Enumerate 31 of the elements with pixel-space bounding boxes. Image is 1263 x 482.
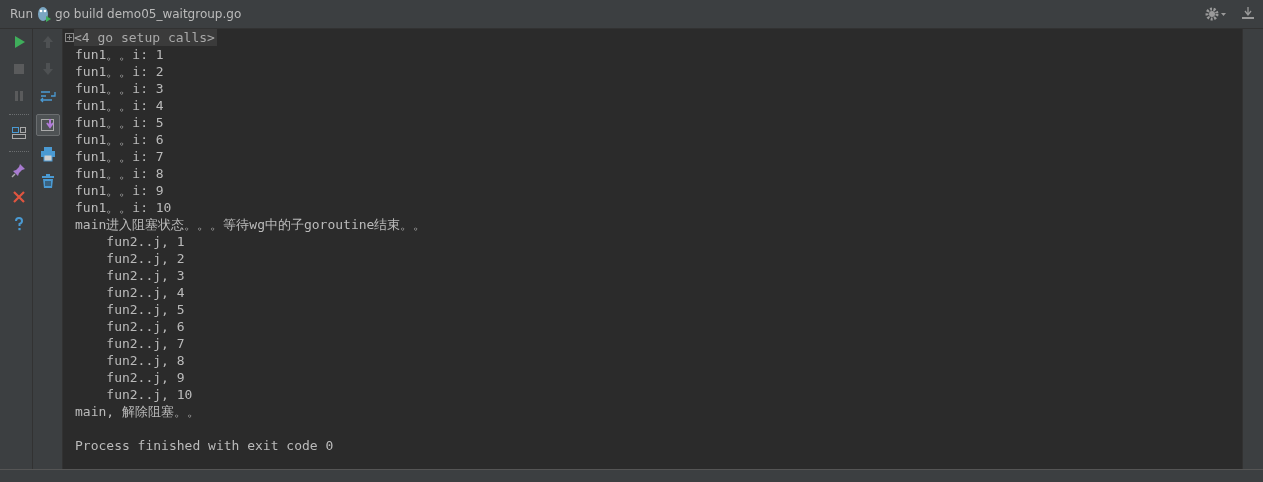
console-line: main进入阻塞状态。。。等待wg中的子goroutine结束。。 xyxy=(75,217,427,232)
scroll-to-end-icon[interactable] xyxy=(35,114,60,136)
console-line: fun2..j, 5 xyxy=(105,302,185,317)
run-configuration-tab[interactable]: go build demo05_waitgroup.go xyxy=(55,7,242,21)
console-line: fun2..j, 9 xyxy=(105,370,185,385)
folded-output[interactable]: <4 go setup calls> xyxy=(74,29,217,46)
console-line: Process finished with exit code 0 xyxy=(75,438,334,453)
console-line: main, 解除阻塞。。 xyxy=(75,404,200,419)
console-line: fun1。。i: 1 xyxy=(75,47,164,62)
console-line: fun1。。i: 7 xyxy=(75,149,164,164)
console-line: fun1。。i: 2 xyxy=(75,64,164,79)
console-line: fun2..j, 3 xyxy=(105,268,185,283)
hide-panel-icon[interactable] xyxy=(1241,7,1255,21)
console-line: fun1。。i: 9 xyxy=(75,183,164,198)
console-line: fun2..j, 7 xyxy=(105,336,185,351)
panel-title: Run xyxy=(10,7,33,21)
settings-icon[interactable] xyxy=(1205,7,1227,21)
console-line: fun2..j, 4 xyxy=(105,285,185,300)
console-line: fun2..j, 6 xyxy=(105,319,185,334)
console-line: fun1。。i: 6 xyxy=(75,132,164,147)
console-line: fun2..j, 10 xyxy=(105,387,193,402)
console-line: fun1。。i: 5 xyxy=(75,115,164,130)
console-line: fun2..j, 2 xyxy=(105,251,185,266)
expand-icon[interactable] xyxy=(65,33,74,42)
console-line: fun1。。i: 10 xyxy=(75,200,172,215)
console-line: fun1。。i: 8 xyxy=(75,166,164,181)
console-line: fun1。。i: 3 xyxy=(75,81,164,96)
console-line: fun2..j, 8 xyxy=(105,353,185,368)
console-line: fun1。。i: 4 xyxy=(75,98,164,113)
gopher-icon xyxy=(37,6,51,22)
console-line: fun2..j, 1 xyxy=(105,234,185,249)
